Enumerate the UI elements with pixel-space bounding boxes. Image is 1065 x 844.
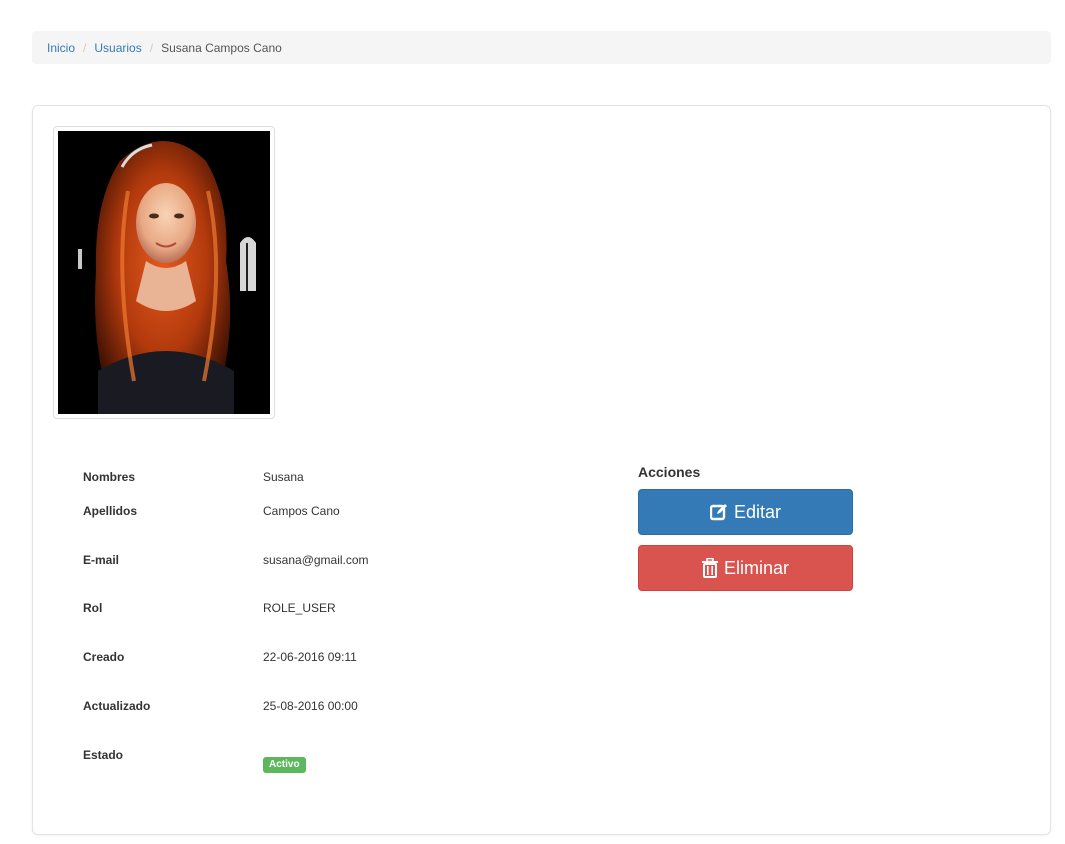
field-label: E-mail: [83, 553, 120, 567]
field-label: Creado: [83, 650, 125, 664]
field-label: Apellidos: [83, 504, 138, 518]
breadcrumb-users-link[interactable]: Usuarios: [94, 41, 141, 55]
edit-icon: [709, 503, 728, 521]
edit-button-label: Editar: [733, 501, 782, 522]
field-value: susana@gmail.com: [263, 553, 369, 567]
breadcrumb-separator: /: [149, 40, 154, 55]
status-badge: Activo: [263, 757, 306, 773]
field-value: ROLE_USER: [263, 601, 336, 615]
breadcrumb-separator: /: [83, 40, 87, 55]
edit-button[interactable]: Editar: [638, 489, 853, 535]
field-label: Estado: [83, 748, 124, 762]
field-label: Actualizado: [83, 699, 151, 713]
user-detail-panel: Nombres Susana Apellidos Campos Cano E-m…: [32, 105, 1051, 835]
delete-button-label: Eliminar: [723, 557, 789, 578]
trash-icon: [701, 558, 718, 578]
actions-title: Acciones: [638, 464, 701, 480]
profile-photo: [58, 131, 270, 414]
breadcrumb-home-link[interactable]: Inicio: [47, 41, 75, 55]
field-value: 22-06-2016 09:11: [263, 650, 357, 664]
breadcrumb: Inicio / Usuarios / Susana Campos Cano: [32, 31, 1051, 64]
field-value: Susana: [263, 470, 304, 484]
field-label: Nombres: [83, 470, 136, 484]
profile-photo-thumbnail: [53, 126, 275, 419]
field-value: 25-08-2016 00:00: [263, 699, 358, 713]
field-label: Rol: [83, 601, 103, 615]
delete-button[interactable]: Eliminar: [638, 545, 853, 591]
breadcrumb-current: Susana Campos Cano: [161, 40, 282, 55]
field-value: Campos Cano: [263, 504, 340, 518]
